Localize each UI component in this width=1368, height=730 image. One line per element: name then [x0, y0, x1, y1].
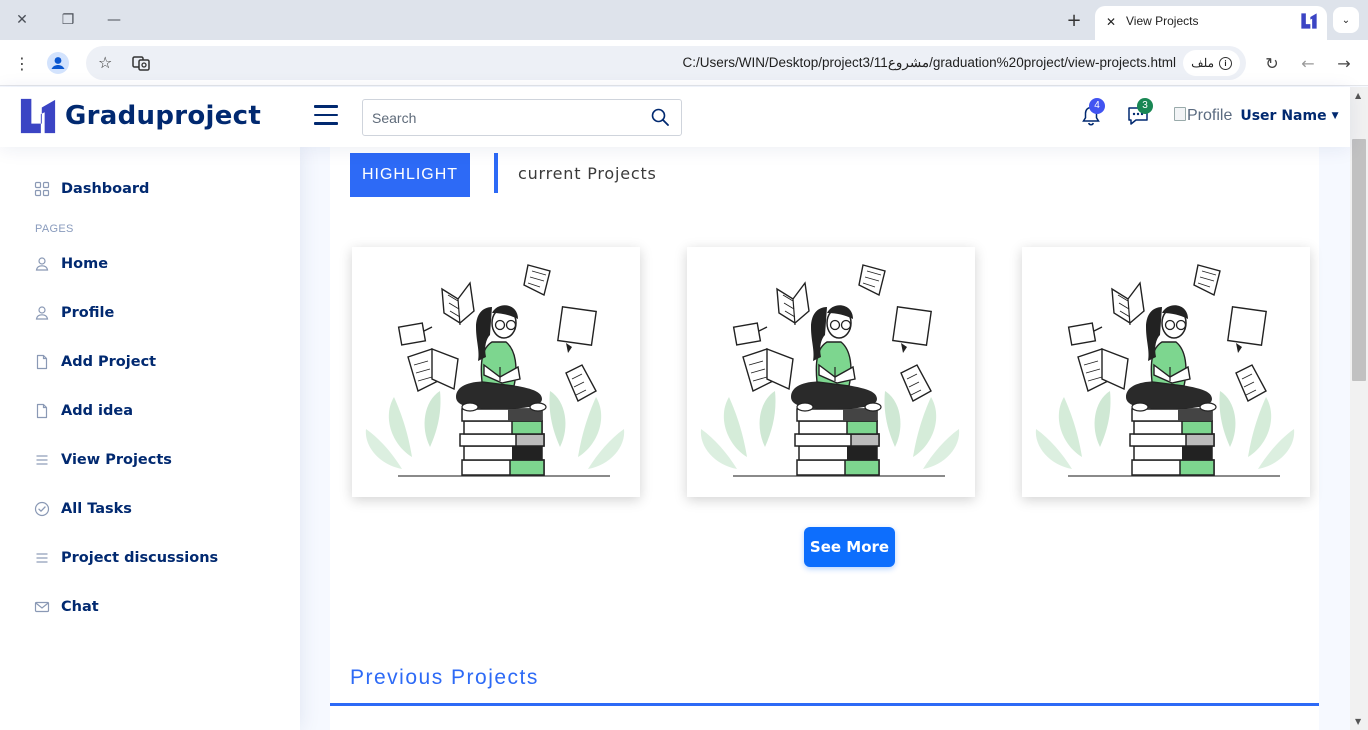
translate-extension-icon[interactable]: [132, 54, 150, 72]
current-projects-title: current Projects: [518, 164, 657, 183]
window-minimize-icon[interactable]: —: [101, 8, 127, 32]
reading-girl-illustration: [700, 264, 960, 477]
main-content: HIGHLIGHT current Projects See More Prev…: [330, 147, 1319, 730]
file-icon: [36, 403, 48, 419]
illustration-art: [365, 264, 625, 477]
sidebar-item-label: View Projects: [61, 452, 172, 468]
brand-name: Graduproject: [65, 101, 262, 131]
caret-down-icon: ▼: [1331, 111, 1339, 121]
sidebar-item-dashboard[interactable]: Dashboard: [34, 177, 149, 201]
sidebar-item-label: Chat: [61, 599, 99, 615]
messages-badge: 3: [1137, 98, 1153, 114]
scroll-up-arrow-icon[interactable]: ▲: [1355, 91, 1361, 100]
info-icon: i: [1219, 56, 1232, 70]
sidebar-item-view-projects[interactable]: View Projects: [34, 448, 172, 472]
scroll-down-arrow-icon[interactable]: ▼: [1355, 717, 1361, 726]
bookmark-star-icon[interactable]: ☆: [98, 53, 112, 72]
sidebar: Dashboard PAGES Home Profile Add Project…: [0, 147, 300, 730]
window-restore-icon[interactable]: ❐: [55, 8, 81, 32]
browser-profile-icon[interactable]: [46, 51, 70, 75]
previous-projects-underline: [330, 703, 1319, 706]
list-icon: [36, 455, 48, 465]
previous-projects-title: Previous Projects: [350, 666, 539, 689]
title-divider: [494, 153, 498, 193]
profile-dropdown[interactable]: Profile User Name ▼: [1174, 107, 1339, 125]
sidebar-item-all-tasks[interactable]: All Tasks: [34, 497, 132, 521]
person-icon: [35, 257, 49, 271]
sidebar-item-profile[interactable]: Profile: [34, 301, 114, 325]
profile-image: Profile: [1174, 107, 1232, 125]
sidebar-item-add-project[interactable]: Add Project: [34, 350, 156, 374]
sidebar-item-label: All Tasks: [61, 501, 132, 517]
profile-image-alt: Profile: [1187, 107, 1233, 124]
see-more-button[interactable]: See More: [804, 527, 895, 567]
browser-tab-strip: ✕ ❐ — + ✕ View Projects ⌄: [0, 0, 1368, 40]
back-arrow-icon[interactable]: →: [1332, 51, 1356, 75]
sidebar-item-project-discussions[interactable]: Project discussions: [34, 546, 218, 570]
new-tab-button[interactable]: +: [1062, 8, 1086, 32]
sidebar-heading-pages: PAGES: [35, 223, 74, 235]
list-icon: [36, 553, 48, 563]
site-info-chip[interactable]: ملف i: [1183, 50, 1240, 76]
notifications-button[interactable]: 4: [1080, 98, 1105, 131]
grid-icon: [34, 181, 50, 197]
sidebar-item-add-idea[interactable]: Add idea: [34, 399, 133, 423]
illustration-art: [700, 264, 960, 477]
browser-menu-icon[interactable]: ⋮: [10, 51, 34, 75]
tab-title: View Projects: [1126, 14, 1199, 28]
forward-arrow-icon: ←: [1301, 53, 1315, 73]
browser-tab-active[interactable]: ✕ View Projects: [1095, 6, 1327, 40]
envelope-icon: [34, 601, 50, 613]
reading-girl-illustration: [365, 264, 625, 477]
check-circle-icon: [34, 501, 50, 517]
notifications-badge: 4: [1089, 98, 1105, 114]
project-card[interactable]: [352, 247, 640, 497]
site-header: Graduproject 4 3 Profile User Name ▼: [0, 87, 1350, 147]
person-icon: [35, 306, 49, 320]
messages-button[interactable]: 3: [1126, 98, 1153, 131]
illustration-art: [1035, 264, 1295, 477]
file-icon: [36, 354, 48, 370]
sidebar-item-label: Home: [61, 256, 109, 272]
browser-address-bar: ⋮ ☆ C:/Users/WIN/Desktop/project3/11مشرو…: [0, 40, 1368, 86]
tab-close-icon[interactable]: ✕: [1103, 14, 1119, 30]
window-close-icon[interactable]: ✕: [9, 8, 35, 32]
sidebar-item-chat[interactable]: Chat: [34, 595, 99, 619]
tab-favicon-icon: [1301, 13, 1317, 29]
sidebar-item-label: Dashboard: [61, 181, 150, 197]
logo-link[interactable]: Graduproject: [19, 97, 261, 135]
page-scrollbar[interactable]: ▲ ▼: [1350, 87, 1368, 730]
file-chip-label: ملف: [1191, 56, 1214, 70]
project-card[interactable]: [1022, 247, 1310, 497]
project-card[interactable]: [687, 247, 975, 497]
tab-search-chevron-icon[interactable]: ⌄: [1333, 7, 1359, 33]
sidebar-item-label: Add Project: [61, 354, 157, 370]
search-bar: [362, 99, 682, 136]
highlight-label: HIGHLIGHT: [350, 153, 470, 197]
reload-icon[interactable]: ↻: [1260, 51, 1284, 75]
logo-icon: [20, 98, 56, 134]
sidebar-item-label: Project discussions: [61, 550, 219, 566]
reading-girl-illustration: [1035, 264, 1295, 477]
sidebar-item-label: Add idea: [61, 403, 133, 419]
scrollbar-thumb[interactable]: [1352, 139, 1366, 381]
sidebar-item-home[interactable]: Home: [34, 252, 108, 276]
search-input[interactable]: [363, 100, 633, 135]
address-url[interactable]: C:/Users/WIN/Desktop/project3/11مشروع/gr…: [682, 55, 1176, 71]
sidebar-toggle-icon[interactable]: [314, 105, 338, 127]
omnibox[interactable]: ☆ C:/Users/WIN/Desktop/project3/11مشروع/…: [86, 46, 1246, 80]
user-name: User Name: [1240, 108, 1327, 124]
broken-image-icon: [1174, 107, 1186, 121]
search-icon[interactable]: [651, 108, 669, 126]
sidebar-item-label: Profile: [61, 305, 115, 321]
